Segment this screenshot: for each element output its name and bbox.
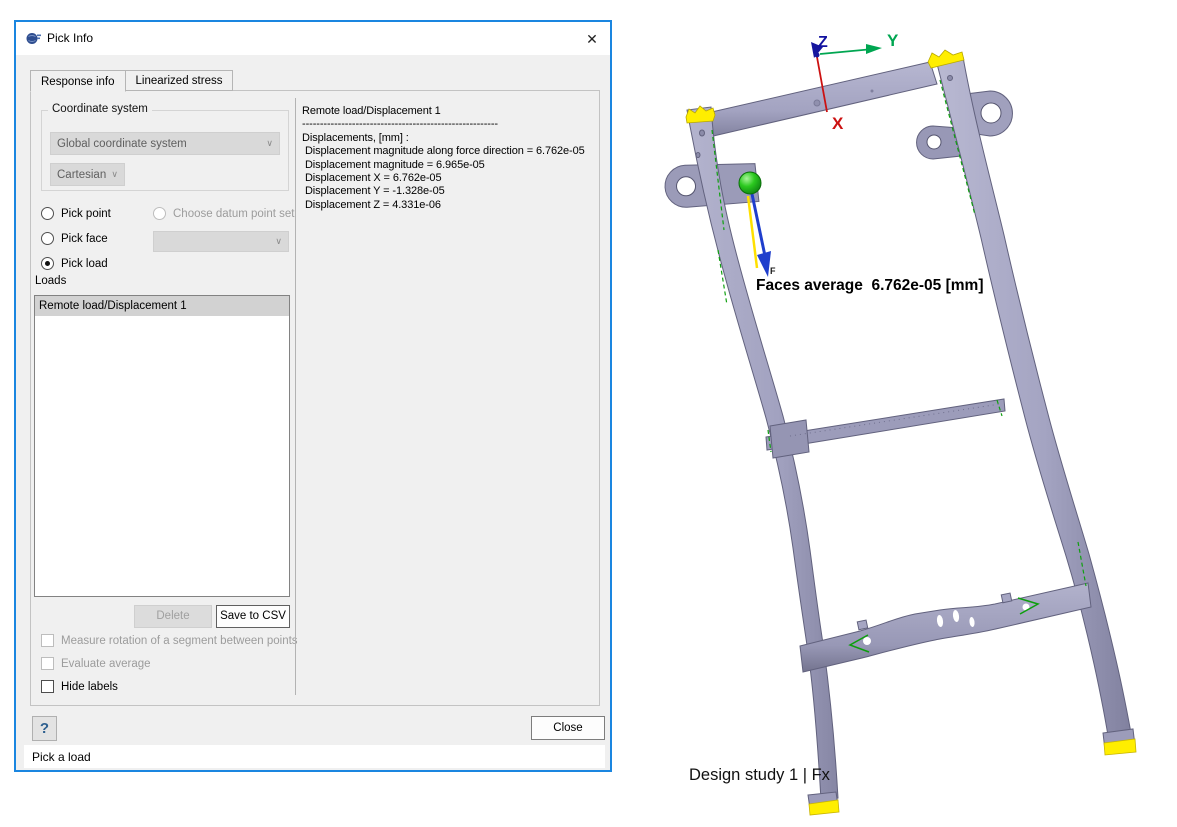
chassis-frame-model[interactable] — [664, 50, 1136, 815]
loads-list[interactable]: Remote load/Displacement 1 — [34, 295, 290, 597]
pick-info-icon — [26, 32, 41, 45]
save-to-csv-button[interactable]: Save to CSV — [216, 605, 290, 628]
radio-choose-datum: Choose datum point set — [153, 207, 294, 220]
checkbox-evaluate-average: Evaluate average — [41, 657, 151, 670]
vertical-divider — [295, 98, 296, 695]
selected-edge-highlights — [712, 80, 1086, 586]
chevron-down-icon: ∨ — [111, 169, 118, 180]
help-button[interactable]: ? — [32, 716, 57, 741]
checkbox-hide-labels[interactable]: Hide labels — [41, 680, 118, 693]
coordinate-system-legend: Coordinate system — [48, 103, 152, 115]
tab-response-info[interactable]: Response info — [30, 70, 126, 92]
y-axis-label: Y — [887, 31, 899, 50]
probe-annotation-label: Faces average 6.762e-05 [mm] — [756, 277, 983, 294]
checkbox-measure-rotation-label: Measure rotation of a segment between po… — [61, 635, 298, 647]
status-text: Pick a load — [32, 750, 91, 764]
pick-info-dialog: Pick Info ✕ Response info Linearized str… — [14, 20, 612, 772]
checkbox-icon — [41, 634, 54, 647]
radio-pick-face-label: Pick face — [61, 233, 108, 245]
checkbox-icon — [41, 657, 54, 670]
datum-point-set-select: ∨ — [153, 231, 289, 252]
radio-circle-icon[interactable] — [41, 257, 54, 270]
coordinate-type-select[interactable]: Cartesian ∨ — [50, 163, 125, 186]
radio-pick-face[interactable]: Pick face — [41, 232, 108, 245]
study-caption: Design study 1 | Fx — [689, 766, 831, 784]
radio-pick-load-label: Pick load — [61, 258, 108, 270]
triad-origin — [815, 53, 820, 58]
z-axis-label: Z — [818, 34, 828, 51]
title-bar: Pick Info ✕ — [16, 22, 610, 55]
y-axis-arrowhead — [866, 44, 882, 54]
coordinate-system-value: Global coordinate system — [57, 138, 187, 150]
close-button[interactable]: Close — [531, 716, 605, 740]
radio-circle-icon[interactable] — [41, 207, 54, 220]
tab-strip: Response info Linearized stress — [30, 67, 233, 91]
checkbox-hide-labels-label: Hide labels — [61, 681, 118, 693]
frame-foot-right — [1103, 729, 1136, 755]
x-axis-label: X — [832, 114, 844, 133]
checkbox-evaluate-average-label: Evaluate average — [61, 658, 151, 670]
crossmember-lower — [800, 583, 1091, 672]
chevron-down-icon: ∨ — [275, 236, 282, 247]
dialog-title: Pick Info — [47, 31, 93, 45]
probe-annotation-group: F Faces average 6.762e-05 [mm] — [739, 172, 983, 294]
status-bar: Pick a load — [24, 745, 605, 768]
crossmember-upper — [766, 399, 1005, 458]
coordinate-system-select[interactable]: Global coordinate system ∨ — [50, 132, 280, 155]
loads-label: Loads — [35, 275, 66, 287]
radio-pick-point-label: Pick point — [61, 208, 111, 220]
checkbox-measure-rotation: Measure rotation of a segment between po… — [41, 634, 298, 647]
model-viewport[interactable]: F Faces average 6.762e-05 [mm] X Y Z Des… — [620, 0, 1177, 827]
radio-pick-point[interactable]: Pick point — [41, 207, 111, 220]
coordinate-type-value: Cartesian — [57, 169, 106, 181]
close-icon[interactable]: ✕ — [580, 28, 604, 50]
radio-pick-load[interactable]: Pick load — [41, 257, 108, 270]
checkbox-icon[interactable] — [41, 680, 54, 693]
results-text: Remote load/Displacement 1 -------------… — [302, 105, 598, 685]
frame-foot-left — [808, 792, 839, 815]
list-item[interactable]: Remote load/Displacement 1 — [35, 296, 289, 316]
chevron-down-icon: ∨ — [266, 138, 273, 149]
tab-linearized-stress[interactable]: Linearized stress — [126, 70, 234, 91]
radio-circle-icon[interactable] — [41, 232, 54, 245]
left-rail — [687, 107, 838, 800]
right-rail — [936, 57, 1133, 748]
tab-panel: Coordinate system Global coordinate syst… — [30, 90, 600, 706]
probe-point[interactable] — [739, 172, 761, 194]
radio-circle-icon — [153, 207, 166, 220]
radio-choose-datum-label: Choose datum point set — [173, 208, 294, 220]
force-arrow-head — [757, 251, 771, 277]
delete-button: Delete — [134, 605, 212, 628]
force-label: F — [770, 266, 776, 276]
